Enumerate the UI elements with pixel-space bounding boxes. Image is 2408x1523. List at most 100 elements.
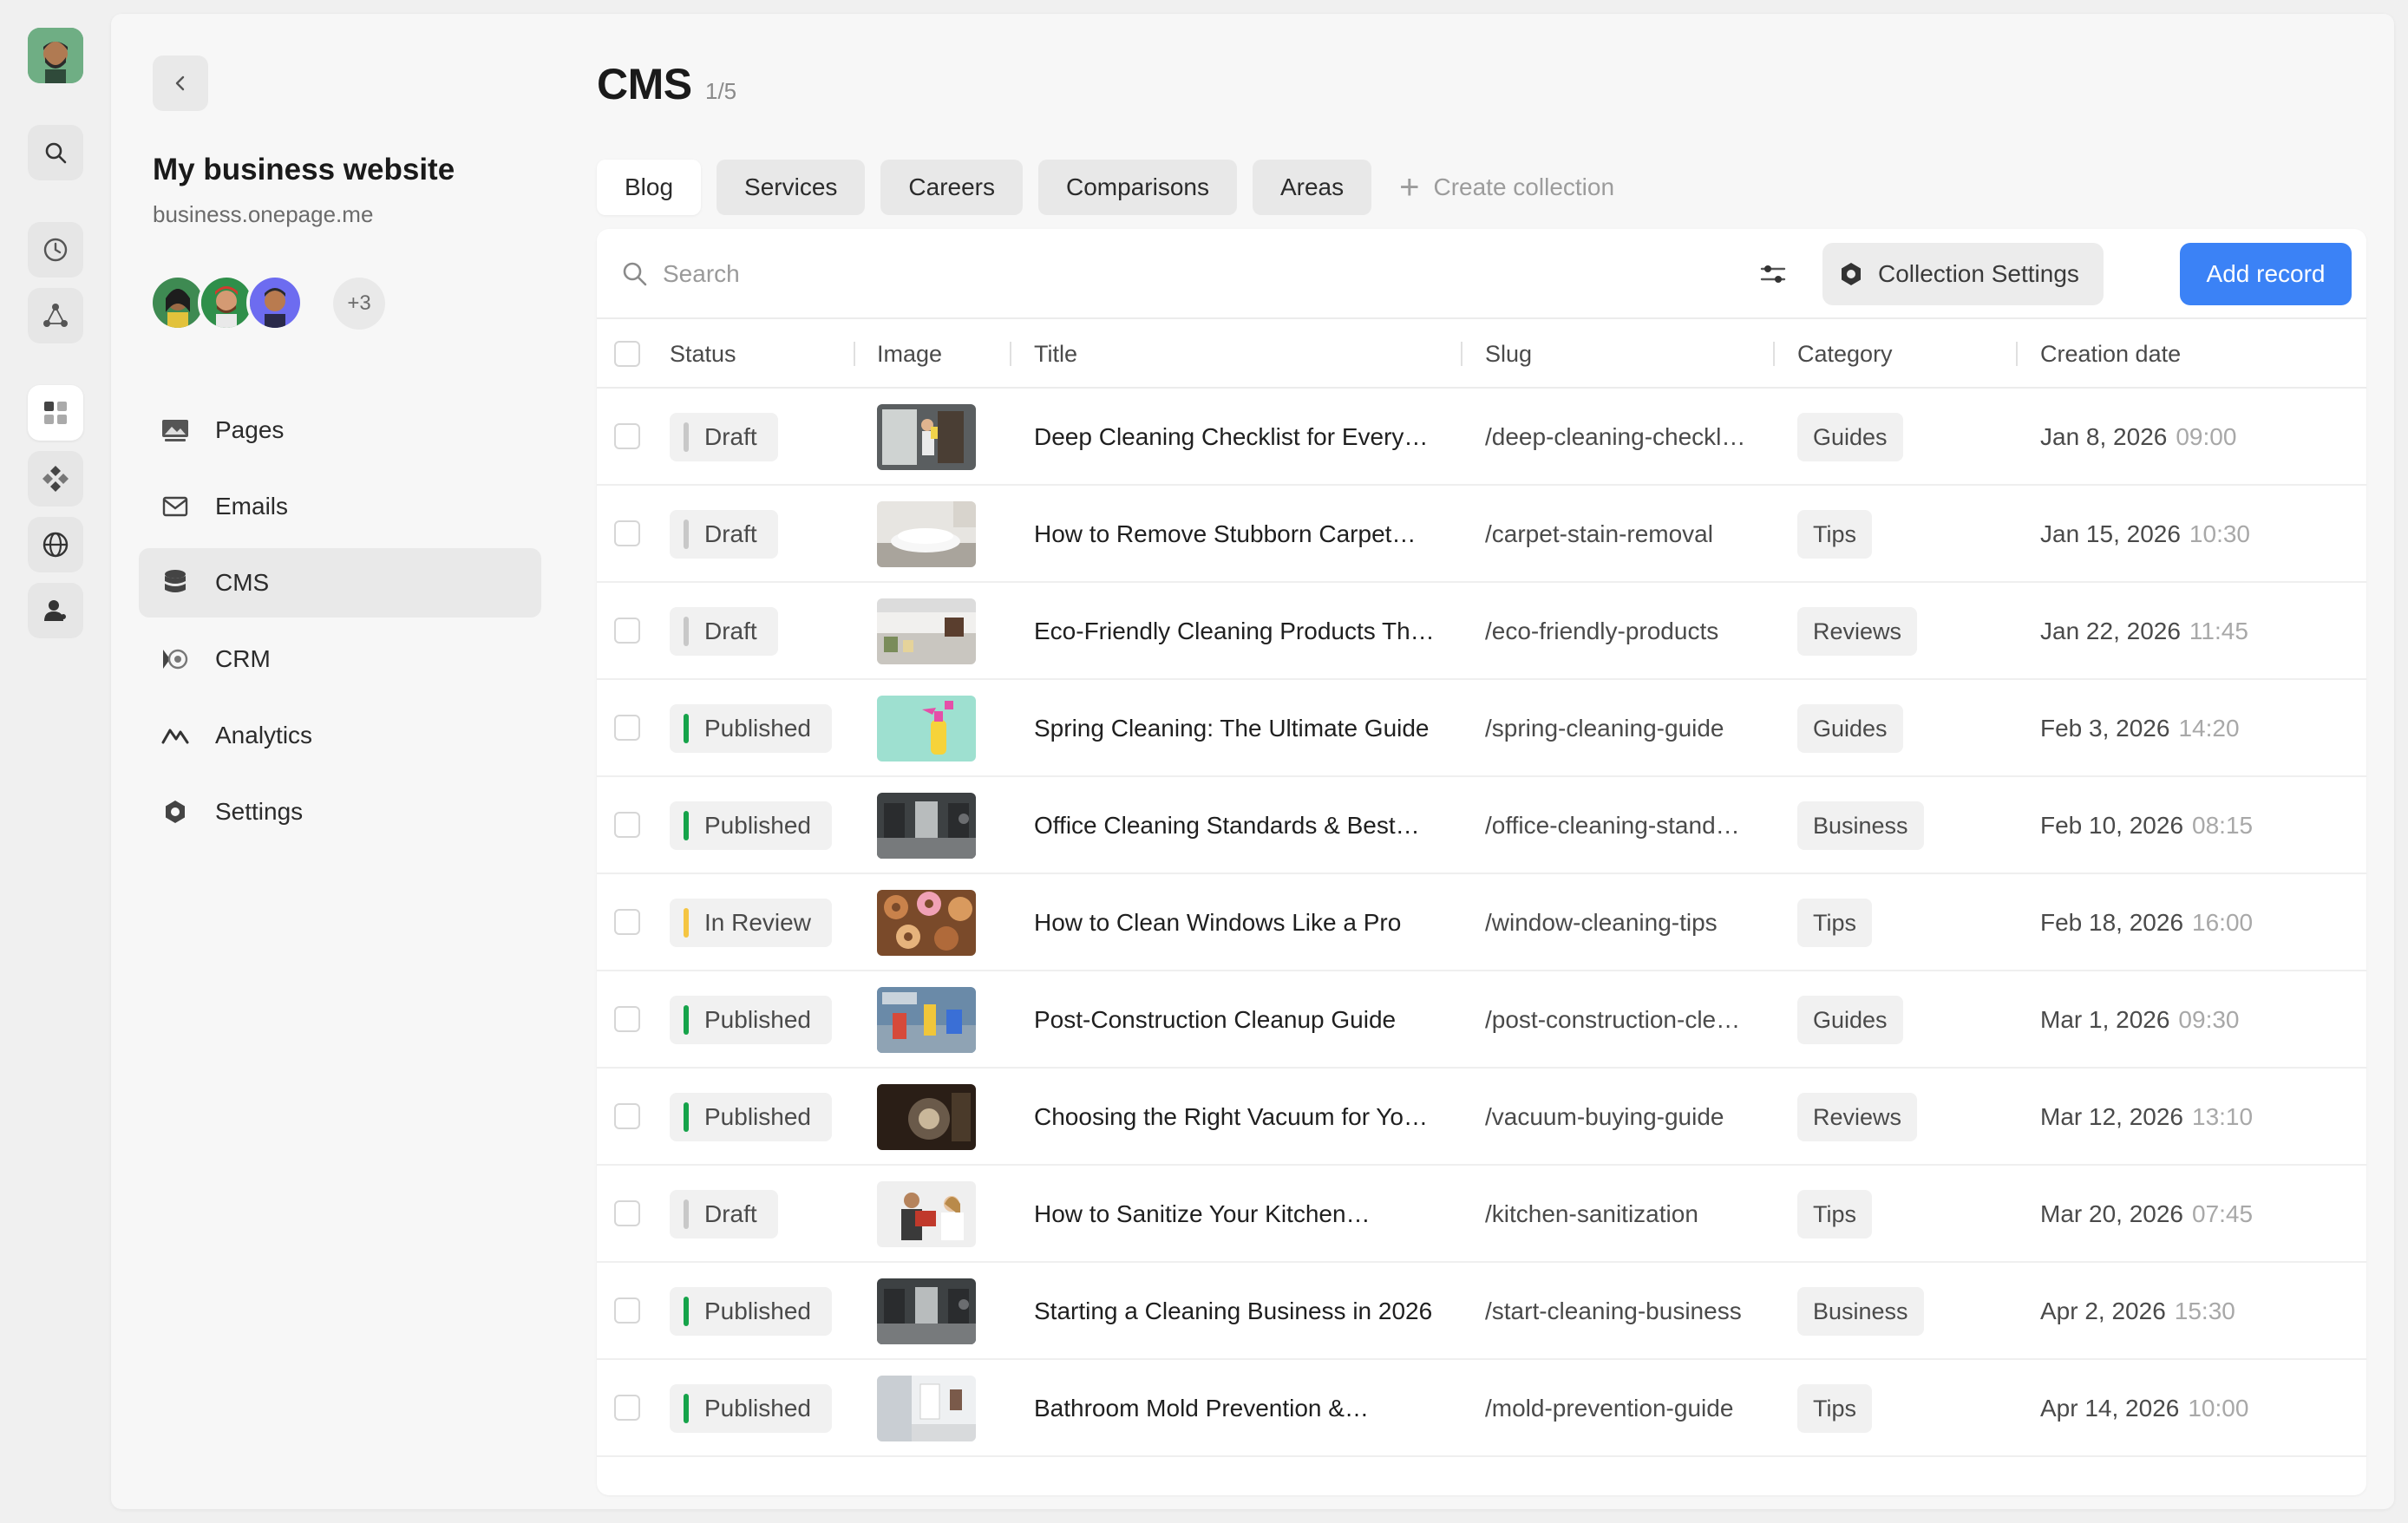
table-row[interactable]: Draft How to Sanitize Your Kitchen… /kit… <box>597 1166 2366 1263</box>
record-thumbnail[interactable] <box>877 1181 976 1247</box>
column-divider[interactable] <box>2016 342 2018 366</box>
row-checkbox[interactable] <box>614 715 640 741</box>
components-button[interactable] <box>28 451 83 507</box>
record-title[interactable]: Eco-Friendly Cleaning Products Th… <box>1034 583 1450 680</box>
dashboard-button[interactable] <box>28 385 83 441</box>
account-button[interactable] <box>28 583 83 638</box>
category-badge[interactable]: Business <box>1797 801 1924 850</box>
record-thumbnail[interactable] <box>877 696 976 762</box>
row-checkbox[interactable] <box>614 1006 640 1032</box>
record-title[interactable]: Bathroom Mold Prevention &… <box>1034 1360 1450 1457</box>
column-divider[interactable] <box>1773 342 1775 366</box>
tab-blog[interactable]: Blog <box>597 160 702 215</box>
category-badge[interactable]: Guides <box>1797 704 1903 753</box>
row-checkbox[interactable] <box>614 1395 640 1421</box>
record-title[interactable]: Starting a Cleaning Business in 2026 <box>1034 1263 1450 1360</box>
tab-careers[interactable]: Careers <box>880 160 1024 215</box>
user-avatar[interactable] <box>28 28 83 83</box>
sidebar-item-settings[interactable]: Settings <box>139 777 541 846</box>
column-divider[interactable] <box>1010 342 1011 366</box>
record-title[interactable]: Post-Construction Cleanup Guide <box>1034 971 1450 1069</box>
row-checkbox[interactable] <box>614 520 640 546</box>
record-title[interactable]: Deep Cleaning Checklist for Every… <box>1034 389 1450 486</box>
status-badge[interactable]: Published <box>670 996 832 1044</box>
search-input[interactable] <box>663 253 1443 295</box>
category-badge[interactable]: Tips <box>1797 510 1873 559</box>
select-all-checkbox[interactable] <box>614 341 640 367</box>
column-header-title[interactable]: Title <box>1034 319 1077 389</box>
row-checkbox[interactable] <box>614 423 640 449</box>
category-badge[interactable]: Business <box>1797 1287 1924 1336</box>
column-header-creation-date[interactable]: Creation date <box>2040 319 2181 389</box>
row-checkbox[interactable] <box>614 1200 640 1226</box>
row-checkbox[interactable] <box>614 1297 640 1324</box>
row-checkbox[interactable] <box>614 618 640 644</box>
record-thumbnail[interactable] <box>877 1376 976 1441</box>
status-badge[interactable]: Draft <box>670 510 778 559</box>
row-checkbox[interactable] <box>614 1103 640 1129</box>
column-header-status[interactable]: Status <box>670 319 736 389</box>
table-row[interactable]: Draft How to Remove Stubborn Carpet… /ca… <box>597 486 2366 583</box>
status-badge[interactable]: Draft <box>670 607 778 656</box>
status-badge[interactable]: In Review <box>670 899 832 947</box>
back-button[interactable] <box>153 56 208 111</box>
sidebar-item-cms[interactable]: CMS <box>139 548 541 618</box>
status-badge[interactable]: Published <box>670 1287 832 1336</box>
category-badge[interactable]: Guides <box>1797 413 1903 461</box>
record-title[interactable]: Spring Cleaning: The Ultimate Guide <box>1034 680 1450 777</box>
collection-settings-button[interactable]: Collection Settings <box>1822 243 2104 305</box>
column-divider[interactable] <box>854 342 855 366</box>
record-thumbnail[interactable] <box>877 404 976 470</box>
status-badge[interactable]: Published <box>670 801 832 850</box>
add-record-button[interactable]: Add record <box>2180 243 2352 305</box>
record-thumbnail[interactable] <box>877 1278 976 1344</box>
filter-button[interactable] <box>1750 252 1796 297</box>
table-row[interactable]: Published Choosing the Right Vacuum for … <box>597 1069 2366 1166</box>
status-badge[interactable]: Published <box>670 1093 832 1141</box>
create-collection-button[interactable]: + Create collection <box>1399 170 1614 205</box>
sidebar-item-crm[interactable]: CRM <box>139 624 541 694</box>
tab-comparisons[interactable]: Comparisons <box>1038 160 1237 215</box>
record-title[interactable]: Choosing the Right Vacuum for Yo… <box>1034 1069 1450 1166</box>
table-row[interactable]: Published Post-Construction Cleanup Guid… <box>597 971 2366 1069</box>
table-row[interactable]: Published Bathroom Mold Prevention &… /m… <box>597 1360 2366 1457</box>
status-badge[interactable]: Draft <box>670 1190 778 1239</box>
table-row[interactable]: Published Starting a Cleaning Business i… <box>597 1263 2366 1360</box>
column-header-image[interactable]: Image <box>877 319 942 389</box>
record-thumbnail[interactable] <box>877 1084 976 1150</box>
domains-button[interactable] <box>28 517 83 572</box>
table-row[interactable]: Draft Deep Cleaning Checklist for Every…… <box>597 389 2366 486</box>
category-badge[interactable]: Reviews <box>1797 1093 1918 1141</box>
row-checkbox[interactable] <box>614 812 640 838</box>
category-badge[interactable]: Reviews <box>1797 607 1918 656</box>
history-button[interactable] <box>28 222 83 278</box>
sidebar-item-emails[interactable]: Emails <box>139 472 541 541</box>
status-badge[interactable]: Published <box>670 704 832 753</box>
tab-services[interactable]: Services <box>717 160 866 215</box>
column-header-category[interactable]: Category <box>1797 319 1893 389</box>
table-row[interactable]: Published Office Cleaning Standards & Be… <box>597 777 2366 874</box>
table-row[interactable]: Published Spring Cleaning: The Ultimate … <box>597 680 2366 777</box>
table-row[interactable]: Draft Eco-Friendly Cleaning Products Th…… <box>597 583 2366 680</box>
record-title[interactable]: Office Cleaning Standards & Best… <box>1034 777 1450 874</box>
search-button[interactable] <box>28 125 83 180</box>
site-domain[interactable]: business.onepage.me <box>153 201 373 228</box>
row-checkbox[interactable] <box>614 909 640 935</box>
sidebar-item-pages[interactable]: Pages <box>139 395 541 465</box>
status-badge[interactable]: Published <box>670 1384 832 1433</box>
category-badge[interactable]: Tips <box>1797 899 1873 947</box>
record-title[interactable]: How to Remove Stubborn Carpet… <box>1034 486 1450 583</box>
sidebar-item-analytics[interactable]: Analytics <box>139 701 541 770</box>
record-thumbnail[interactable] <box>877 987 976 1053</box>
record-title[interactable]: How to Clean Windows Like a Pro <box>1034 874 1450 971</box>
category-badge[interactable]: Tips <box>1797 1190 1873 1239</box>
column-header-slug[interactable]: Slug <box>1485 319 1532 389</box>
record-thumbnail[interactable] <box>877 890 976 956</box>
column-divider[interactable] <box>1461 342 1462 366</box>
record-title[interactable]: How to Sanitize Your Kitchen… <box>1034 1166 1450 1263</box>
table-row[interactable]: In Review How to Clean Windows Like a Pr… <box>597 874 2366 971</box>
category-badge[interactable]: Guides <box>1797 996 1903 1044</box>
record-thumbnail[interactable] <box>877 598 976 664</box>
record-thumbnail[interactable] <box>877 793 976 859</box>
integrations-button[interactable] <box>28 288 83 343</box>
